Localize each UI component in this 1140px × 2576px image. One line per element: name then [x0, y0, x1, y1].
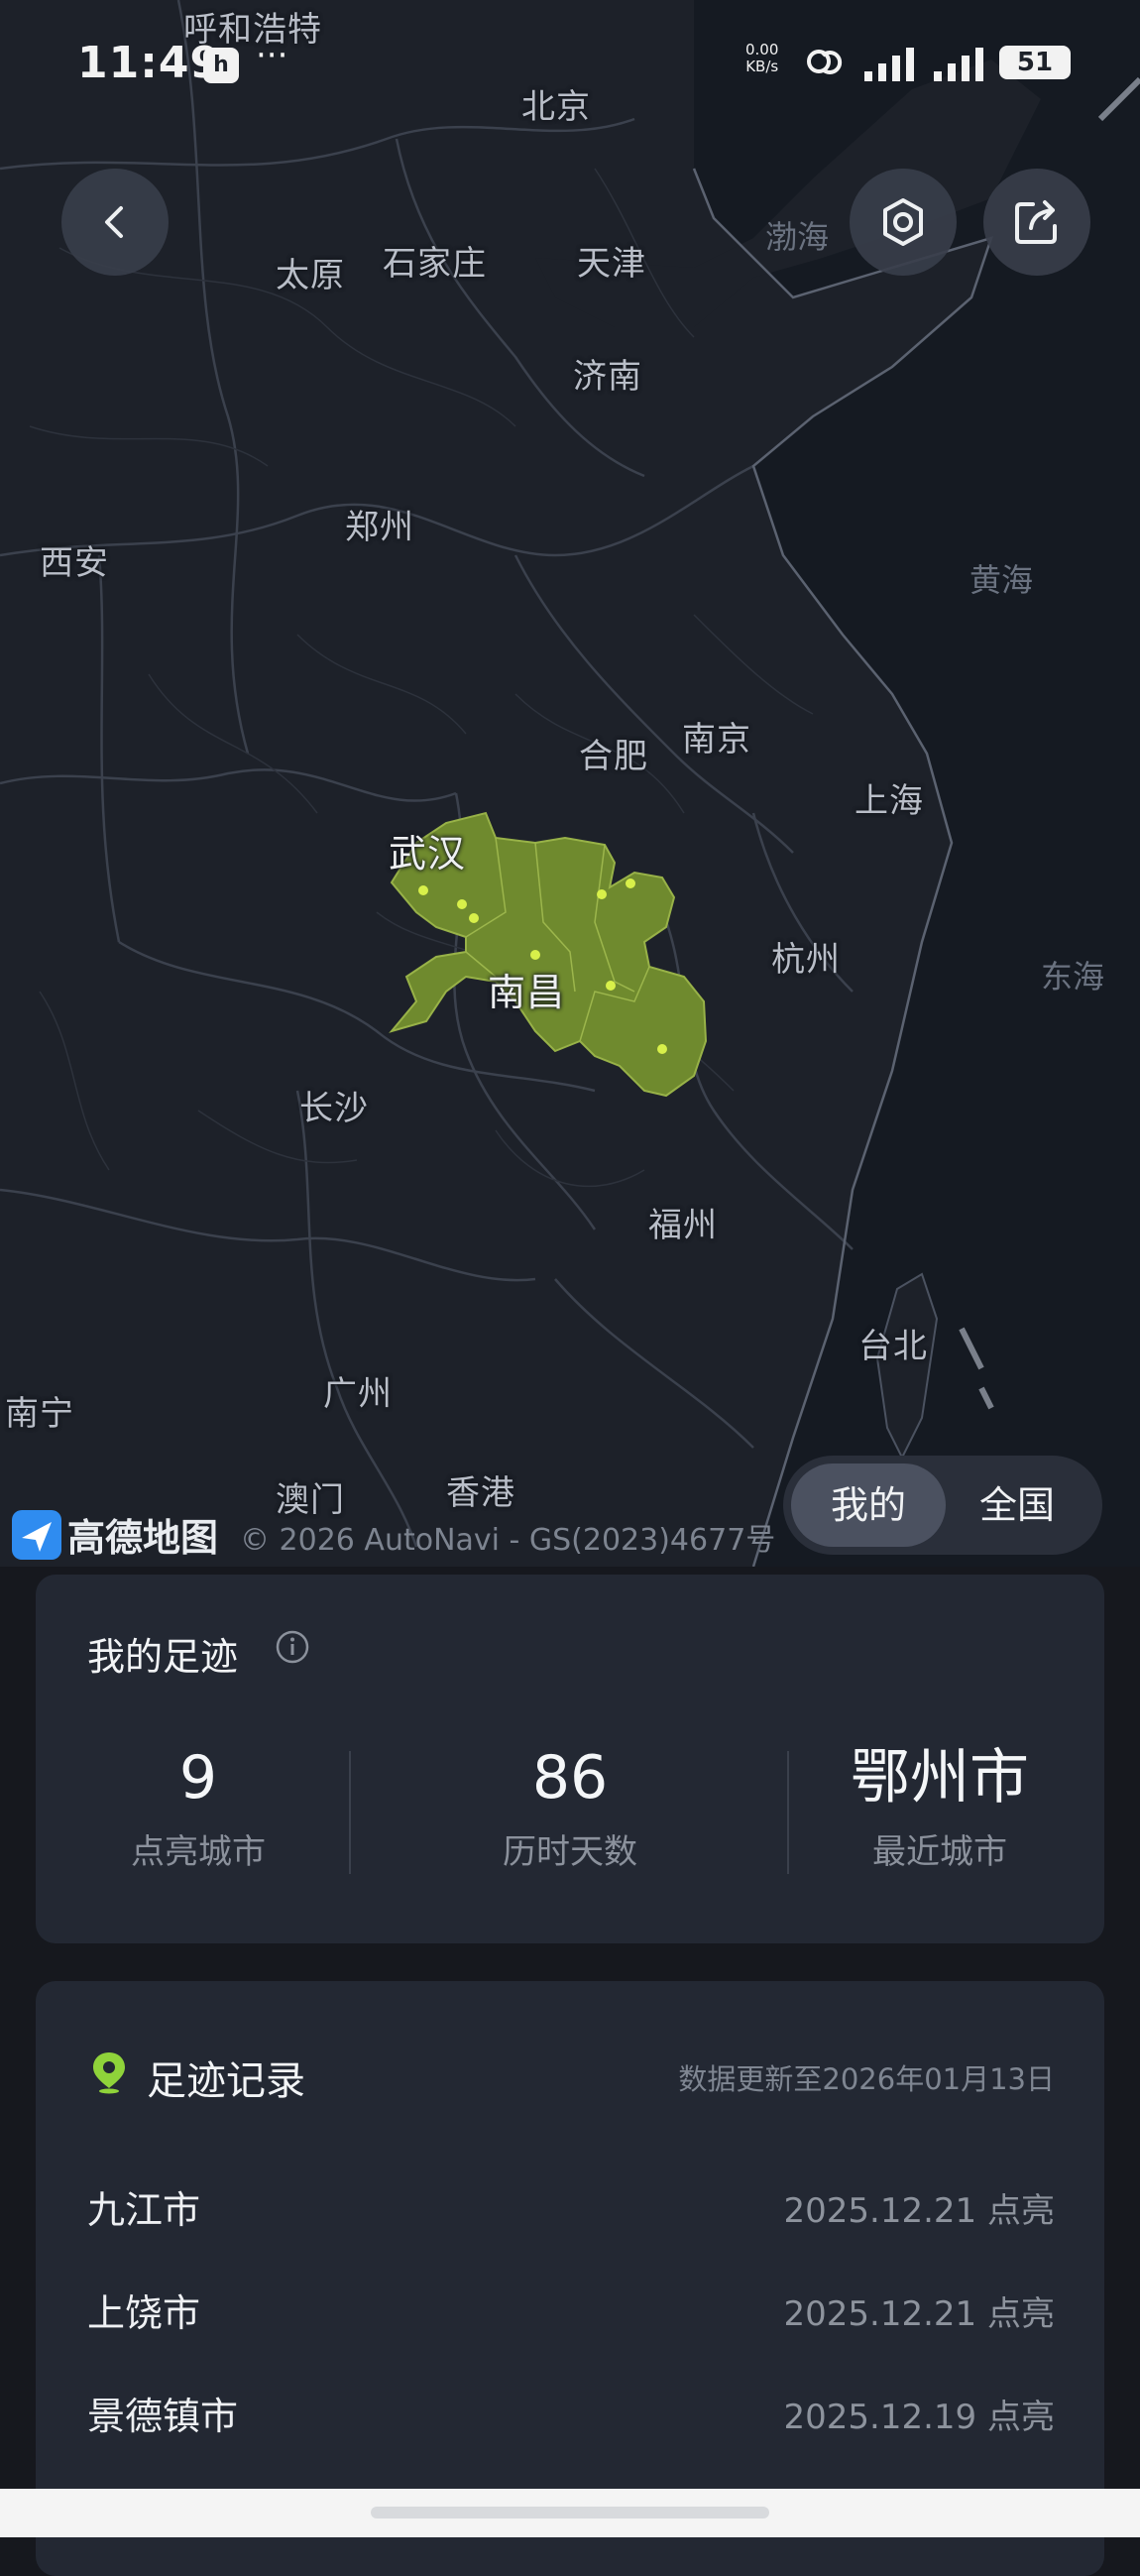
- stat-label: 最近城市: [872, 1832, 1007, 1872]
- footprint-title: 我的足迹: [87, 1635, 239, 1679]
- city-label: 南宁: [5, 1394, 74, 1434]
- stat-value: 鄂州市: [851, 1743, 1029, 1813]
- city-label: 台北: [858, 1327, 928, 1366]
- visited-dot: [418, 885, 428, 895]
- stat-value: 86: [531, 1743, 609, 1813]
- visited-dot: [606, 981, 616, 991]
- sea-label: 东海: [1041, 958, 1105, 995]
- amap-logo-icon: [12, 1509, 61, 1560]
- more-notifications-icon: ···: [256, 36, 288, 75]
- toggle-option-national[interactable]: 全国: [940, 1464, 1094, 1547]
- map-provider-logo: 高德地图: [12, 1507, 218, 1562]
- city-label: 广州: [323, 1374, 393, 1414]
- record-row[interactable]: 上饶市 2025.12.21 点亮: [87, 2283, 1055, 2342]
- city-label: 太原: [276, 256, 345, 295]
- stat-recent-city: 鄂州市 最近城市: [791, 1743, 1088, 1873]
- record-row[interactable]: 九江市 2025.12.21 点亮: [87, 2179, 1055, 2239]
- record-city: 上饶市: [87, 2291, 201, 2335]
- city-label: 香港: [446, 1473, 515, 1513]
- map-copyright: © 2026 AutoNavi - GS(2023)4677号: [240, 1523, 776, 1558]
- city-label: 澳门: [276, 1480, 345, 1520]
- visited-dot: [657, 1044, 667, 1054]
- visited-dot: [530, 950, 540, 960]
- network-speed-unit: KB/s: [745, 58, 779, 75]
- map-view[interactable]: 呼和浩特 北京 太原 石家庄 天津 济南 郑州 西安 合肥 南京 上海 武汉 南昌 杭州 长沙 福州 台北 广州南…: [0, 0, 1140, 1567]
- battery-indicator: 51: [999, 46, 1071, 79]
- sea-label: 渤海: [765, 218, 830, 256]
- share-button[interactable]: [983, 169, 1090, 276]
- record-city: 九江市: [87, 2188, 201, 2232]
- status-time: 11:49: [77, 38, 222, 88]
- stat-divider: [349, 1751, 351, 1874]
- stat-label: 点亮城市: [131, 1832, 266, 1872]
- city-label: 天津: [577, 244, 646, 284]
- notification-app-icon: h: [203, 48, 239, 83]
- city-label: 石家庄: [383, 244, 487, 284]
- footprint-card: 我的足迹 9 点亮城市 86 历时天数 鄂州市 最近城市: [36, 1575, 1104, 1943]
- visited-dot: [626, 878, 635, 888]
- stat-label: 历时天数: [503, 1832, 637, 1872]
- city-label: 杭州: [771, 940, 841, 980]
- stat-divider: [787, 1751, 789, 1874]
- toggle-option-mine[interactable]: 我的: [791, 1464, 946, 1547]
- record-date: 2025.12.19 点亮: [783, 2398, 1055, 2437]
- city-label: 长沙: [299, 1089, 369, 1128]
- record-date: 2025.12.21 点亮: [783, 2294, 1055, 2334]
- city-label: 南昌: [488, 971, 566, 1014]
- city-label: 西安: [40, 543, 109, 583]
- hd-voice-icon: [807, 50, 843, 74]
- records-title: 足迹记录: [147, 2058, 305, 2104]
- city-label: 济南: [573, 357, 642, 397]
- scope-toggle[interactable]: 我的 全国: [783, 1456, 1102, 1555]
- back-button[interactable]: [61, 169, 169, 276]
- chevron-left-icon: [105, 206, 123, 238]
- share-icon: [1015, 200, 1057, 244]
- stat-value: 9: [178, 1743, 218, 1813]
- record-row[interactable]: 景德镇市 2025.12.19 点亮: [87, 2386, 1055, 2445]
- records-card: 足迹记录 数据更新至2026年01月13日 九江市 2025.12.21 点亮 …: [36, 1981, 1104, 2576]
- visited-dot: [597, 889, 607, 899]
- record-city: 景德镇市: [87, 2395, 239, 2438]
- stat-days: 86 历时天数: [421, 1743, 719, 1873]
- home-indicator[interactable]: [371, 2507, 769, 2518]
- visited-dot: [469, 913, 479, 923]
- network-speed: 0.00 KB/s: [745, 42, 778, 75]
- location-pin-icon: [93, 2052, 125, 2094]
- city-label: 郑州: [345, 508, 414, 547]
- signal-sim2-icon: [934, 48, 983, 81]
- signal-sim1-icon: [864, 48, 914, 81]
- city-label: 福州: [648, 1206, 718, 1245]
- map-provider-name: 高德地图: [67, 1516, 219, 1560]
- visited-dot: [457, 899, 467, 909]
- city-label: 武汉: [389, 832, 467, 876]
- sea-label: 黄海: [969, 561, 1034, 599]
- network-speed-value: 0.00: [745, 41, 779, 59]
- status-bar: 11:49 h ··· 0.00 KB/s 51: [0, 30, 1140, 99]
- records-updated: 数据更新至2026年01月13日: [678, 2062, 1055, 2096]
- gear-icon: [883, 198, 923, 246]
- stat-lit-cities: 9 点亮城市: [50, 1743, 347, 1873]
- city-label: 上海: [855, 781, 924, 821]
- map-canvas: [0, 0, 1140, 1567]
- record-date: 2025.12.21 点亮: [783, 2191, 1055, 2231]
- settings-button[interactable]: [850, 169, 957, 276]
- info-icon[interactable]: [276, 1630, 309, 1664]
- city-label: 南京: [682, 720, 751, 760]
- city-label: 合肥: [579, 737, 648, 776]
